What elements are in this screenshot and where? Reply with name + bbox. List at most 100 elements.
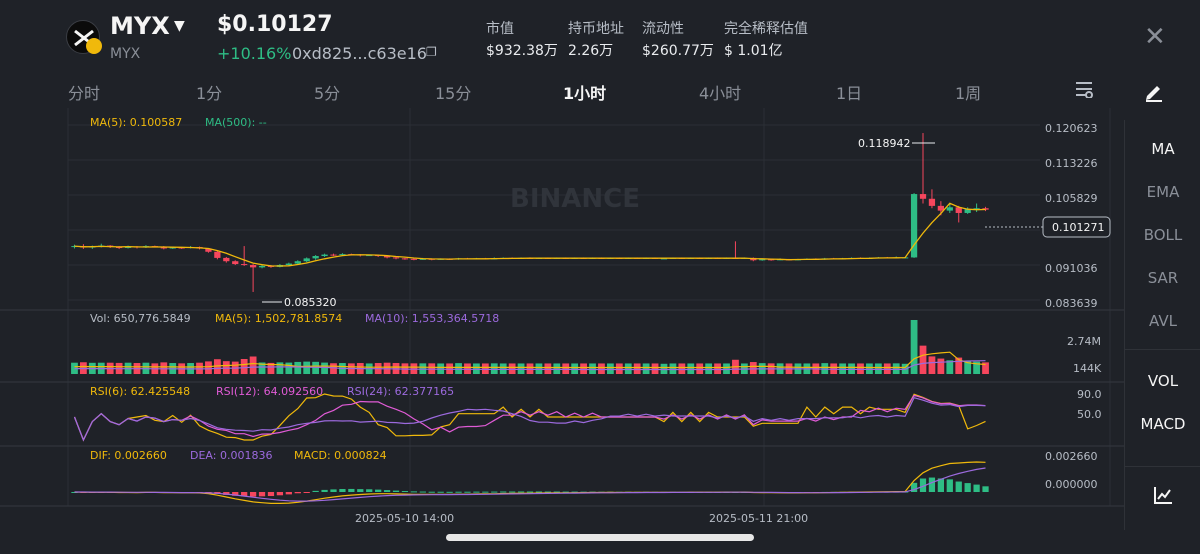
volume-bars — [71, 320, 989, 374]
macd-bar — [526, 491, 534, 493]
rsi-tick: 90.0 — [1077, 388, 1102, 401]
chart-type-icon[interactable] — [1125, 484, 1200, 510]
sidebar-divider — [1125, 466, 1200, 467]
stat-value-fdv: $ 1.01亿 — [724, 43, 783, 59]
macd-bar — [401, 491, 409, 493]
volume-bar — [285, 362, 293, 374]
macd-bar — [339, 489, 346, 492]
macd-bar — [410, 491, 418, 493]
ma5-legend: MA(5): 0.100587 — [90, 116, 182, 129]
candle-body — [321, 254, 328, 257]
volume-bar — [249, 356, 257, 374]
volume-bar — [687, 363, 695, 374]
stat-value-holders: 2.26万 — [568, 43, 614, 59]
tab-4h[interactable]: 4小时 — [699, 80, 741, 104]
rsi6-legend: RSI(6): 62.425548 — [90, 385, 190, 398]
copy-icon[interactable]: ❐ — [426, 45, 437, 59]
macd-bar — [366, 489, 373, 492]
volume-bar — [633, 363, 641, 374]
tab-1w[interactable]: 1周 — [955, 80, 981, 104]
rsi12-legend: RSI(12): 64.092560 — [216, 385, 323, 398]
volume-bar — [660, 363, 668, 374]
price-tick: 0.083639 — [1045, 297, 1098, 310]
macd-bar — [982, 486, 989, 492]
vol-ma5-legend: MA(5): 1,502,781.8574 — [215, 312, 342, 325]
vol-legend: Vol: 650,776.5849 — [90, 312, 191, 325]
indicator-sidebar: MA EMA BOLL SAR AVL VOL MACD — [1124, 120, 1200, 530]
candle-body — [392, 257, 400, 259]
candle-body — [937, 205, 944, 211]
volume-bar — [624, 363, 632, 374]
volume-bar — [240, 359, 248, 374]
volume-bar — [535, 363, 543, 374]
draw-tool-icon[interactable] — [1143, 80, 1165, 107]
volume-bar — [606, 363, 614, 374]
binance-watermark: BINANCE — [510, 184, 640, 214]
macd-bar — [928, 477, 936, 492]
tab-1h[interactable]: 1小时 — [563, 80, 606, 104]
volume-bar — [749, 362, 757, 374]
volume-bar — [321, 362, 328, 374]
chain-badge-icon — [86, 38, 102, 54]
sidebar-divider — [1125, 349, 1200, 350]
tab-1m[interactable]: 1分 — [196, 80, 222, 104]
macd-bar — [491, 491, 498, 493]
candle-body — [401, 258, 409, 260]
volume-bar — [553, 363, 561, 374]
volume-bar — [928, 356, 936, 374]
tab-1d[interactable]: 1日 — [836, 80, 862, 104]
macd-bar — [383, 490, 391, 492]
macd-bar — [500, 491, 507, 493]
volume-bar — [508, 363, 516, 374]
macd-legend: MACD: 0.000824 — [294, 449, 387, 462]
tab-15m[interactable]: 15分 — [435, 80, 471, 104]
volume-bar — [499, 363, 507, 374]
volume-bar — [866, 363, 873, 374]
macd-bar — [964, 483, 971, 492]
indicator-boll[interactable]: BOLL — [1125, 226, 1200, 244]
indicator-macd[interactable]: MACD — [1125, 415, 1200, 433]
macd-tick: 0.000000 — [1045, 478, 1098, 491]
candlestick-chart[interactable]: BINANCE MA(5): 0.100587 MA(500): -- Vol:… — [0, 108, 1124, 528]
current-price-label: 0.101271 — [1052, 221, 1105, 234]
volume-bar — [874, 363, 882, 374]
macd-bar — [392, 490, 400, 492]
chart-settings-icon[interactable] — [1074, 80, 1094, 103]
candle-body — [223, 257, 230, 262]
volume-bar — [714, 363, 721, 374]
macd-bar — [517, 491, 525, 493]
volume-bar — [517, 363, 525, 374]
indicator-ma[interactable]: MA — [1125, 140, 1200, 158]
stat-value-liquidity: $260.77万 — [642, 43, 714, 59]
tab-timeline[interactable]: 分时 — [68, 80, 100, 104]
rsi-tick: 50.0 — [1077, 408, 1102, 421]
chart-grid — [0, 108, 1124, 507]
macd-bar — [276, 492, 284, 496]
close-icon[interactable]: ✕ — [1144, 22, 1166, 52]
low-label: 0.085320 — [284, 296, 337, 309]
price-change: +10.16% — [217, 44, 292, 63]
indicator-vol[interactable]: VOL — [1125, 372, 1200, 390]
chevron-down-icon[interactable]: ▼ — [174, 18, 185, 34]
volume-bar — [848, 363, 855, 374]
volume-bar — [330, 363, 337, 374]
interval-tabs: 分时 1分 5分 15分 1小时 4小时 1日 1周 — [0, 80, 1120, 104]
vol-tick: 2.74M — [1067, 335, 1101, 348]
candle-body — [285, 263, 292, 265]
volume-bar — [669, 363, 677, 374]
volume-bar — [589, 363, 596, 374]
candle-body — [232, 261, 239, 265]
indicator-ema[interactable]: EMA — [1125, 183, 1200, 201]
candle-body — [410, 258, 418, 260]
candle-body — [241, 264, 248, 266]
candle-body — [330, 254, 337, 256]
indicator-avl[interactable]: AVL — [1125, 312, 1200, 330]
token-symbol[interactable]: MYX — [110, 12, 170, 40]
macd-bar — [267, 492, 275, 497]
candle-body — [249, 265, 257, 268]
indicator-sar[interactable]: SAR — [1125, 269, 1200, 287]
macd-bar — [437, 491, 444, 493]
candle-body — [919, 194, 927, 199]
candle-body — [312, 256, 319, 259]
tab-5m[interactable]: 5分 — [314, 80, 340, 104]
